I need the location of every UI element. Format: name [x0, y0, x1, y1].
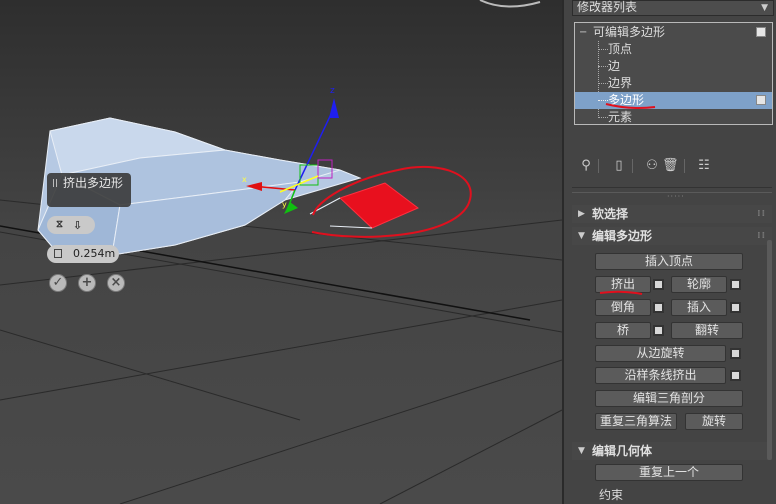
hinge-settings-button[interactable]	[730, 348, 741, 359]
modifier-toggle-checkbox[interactable]	[756, 27, 766, 37]
chevron-down-icon: ▼	[761, 3, 768, 13]
pause-grip-icon[interactable]	[53, 179, 57, 187]
caddy-title-text: 挤出多边形	[63, 176, 124, 190]
pin-stack-icon[interactable]: ⚲	[578, 158, 594, 174]
extrude-mode-icon: ⧖	[56, 219, 64, 230]
cancel-x-icon[interactable]: ×	[107, 274, 125, 292]
extrude-height-value[interactable]: 0.254m	[73, 245, 115, 263]
bridge-button[interactable]: 桥	[595, 322, 651, 339]
height-icon	[54, 249, 62, 258]
selected-polygon-face[interactable]	[339, 182, 419, 229]
make-unique-icon[interactable]: ⚇	[644, 158, 660, 174]
perspective-viewport[interactable]: z x y 挤出多边形 ⧖ ⇩ 0.254m ✓ + ×	[0, 0, 562, 504]
edit-triangulation-button[interactable]: 编辑三角剖分	[595, 390, 743, 407]
stack-item-vertex[interactable]: 顶点	[575, 41, 772, 58]
svg-text:z: z	[330, 86, 335, 96]
apply-plus-icon[interactable]: +	[78, 274, 96, 292]
insert-vertex-button[interactable]: 插入顶点	[595, 253, 743, 270]
svg-text:x: x	[242, 175, 247, 184]
hinge-from-edge-button[interactable]: 从边旋转	[595, 345, 726, 362]
bevel-settings-button[interactable]	[653, 302, 664, 313]
inset-button[interactable]: 插入	[671, 299, 727, 316]
configure-sets-icon[interactable]: ☷	[696, 158, 712, 174]
modifier-list-dropdown[interactable]: 修改器列表 ▼	[572, 0, 774, 16]
modifier-list-label: 修改器列表	[577, 0, 638, 14]
inset-settings-button[interactable]	[730, 302, 741, 313]
rollout-grip-icon: ⁞⁞	[757, 209, 766, 219]
stack-item-edge[interactable]: 边	[575, 58, 772, 75]
stack-item-polygon[interactable]: 多边形	[575, 92, 772, 109]
collapse-minus-icon[interactable]: −	[579, 24, 587, 41]
outline-settings-button[interactable]	[730, 279, 741, 290]
modify-command-panel: 修改器列表 ▼ − 可编辑多边形 顶点 边 边界 多边形 元素 ⚲ ▯ ⚇ 🗑︎…	[562, 0, 776, 504]
collapse-triangle-icon: ▼	[578, 446, 585, 456]
subobject-indicator	[756, 95, 766, 105]
annotation-underline	[599, 290, 643, 295]
rollout-grip-icon: ⁞⁞	[757, 231, 766, 241]
panel-scrollbar[interactable]	[767, 240, 772, 460]
stack-toolbar: ⚲ ▯ ⚇ 🗑︎ ☷	[574, 158, 764, 176]
extrude-settings-button[interactable]	[653, 279, 664, 290]
outline-button[interactable]: 轮廓	[671, 276, 727, 293]
mesh-fragment	[479, 0, 541, 8]
extrude-along-spline-settings-button[interactable]	[730, 370, 741, 381]
rollout-edit-geometry[interactable]: ▼ 编辑几何体	[572, 442, 772, 460]
constraints-label: 约束	[599, 488, 624, 502]
extrude-caddy-title[interactable]: 挤出多边形	[47, 173, 131, 207]
stack-item-editable-poly[interactable]: − 可编辑多边形	[575, 24, 772, 41]
svg-text:y: y	[282, 200, 287, 209]
collapse-triangle-icon: ▼	[578, 231, 585, 241]
bridge-settings-button[interactable]	[653, 325, 664, 336]
rollout-soft-selection[interactable]: ▶ 软选择 ⁞⁞	[572, 205, 772, 223]
ok-check-icon[interactable]: ✓	[49, 274, 67, 292]
bevel-button[interactable]: 倒角	[595, 299, 651, 316]
extrude-height-spinner[interactable]: 0.254m	[47, 245, 119, 263]
extrude-type-dropdown[interactable]: ⧖ ⇩	[47, 216, 95, 234]
show-end-result-icon[interactable]: ▯	[611, 158, 627, 174]
turn-button[interactable]: 旋转	[685, 413, 743, 430]
repeat-last-button[interactable]: 重复上一个	[595, 464, 743, 481]
dropdown-arrow-icon: ⇩	[73, 219, 83, 232]
expand-triangle-icon: ▶	[578, 209, 585, 219]
rollout-edit-polygons[interactable]: ▼ 编辑多边形 ⁞⁞	[572, 227, 772, 245]
flip-button[interactable]: 翻转	[671, 322, 743, 339]
retriangulate-button[interactable]: 重复三角算法	[595, 413, 677, 430]
stack-item-element[interactable]: 元素	[575, 109, 772, 126]
stack-item-border[interactable]: 边界	[575, 75, 772, 92]
remove-modifier-icon[interactable]: 🗑︎	[662, 158, 679, 174]
modifier-stack[interactable]: − 可编辑多边形 顶点 边 边界 多边形 元素	[574, 22, 773, 125]
extrude-along-spline-button[interactable]: 沿样条线挤出	[595, 367, 726, 384]
panel-divider: ·····	[572, 187, 772, 201]
